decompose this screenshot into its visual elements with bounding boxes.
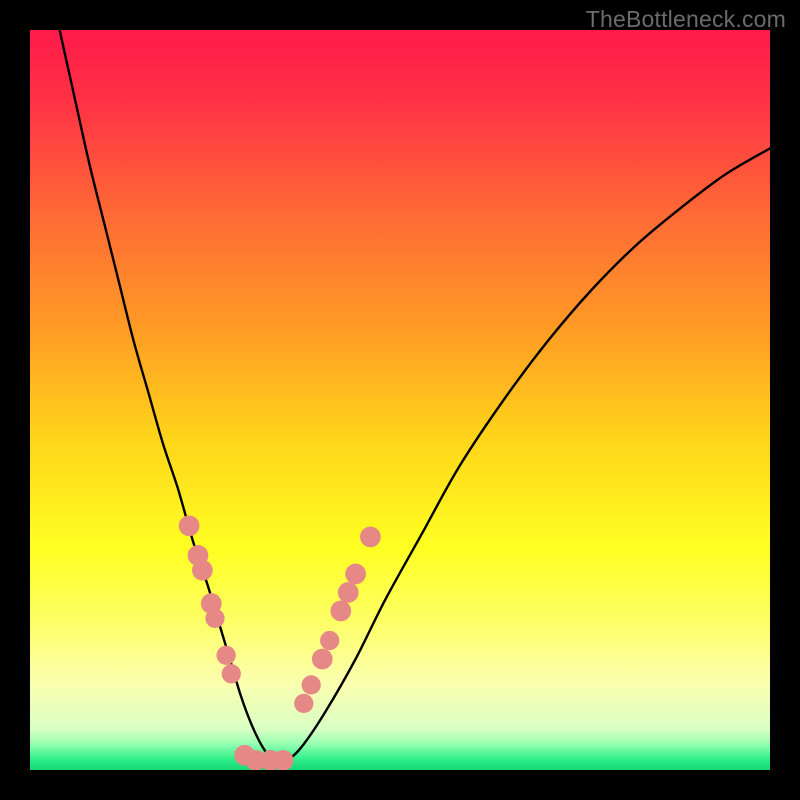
- marker-point: [320, 631, 339, 650]
- marker-point: [205, 609, 224, 628]
- marker-point: [294, 694, 313, 713]
- chart-frame: TheBottleneck.com: [0, 0, 800, 800]
- plot-svg: [30, 30, 770, 770]
- marker-point: [338, 582, 359, 603]
- marker-point: [312, 649, 333, 670]
- marker-point: [222, 664, 241, 683]
- marker-point: [179, 515, 200, 536]
- plot-area: [30, 30, 770, 770]
- marker-point: [216, 646, 235, 665]
- watermark-label: TheBottleneck.com: [586, 6, 786, 33]
- marker-point: [360, 527, 381, 548]
- marker-point: [302, 675, 321, 694]
- marker-point: [273, 750, 294, 770]
- marker-point: [330, 601, 351, 622]
- marker-point: [192, 560, 213, 581]
- gradient-background: [30, 30, 770, 770]
- marker-point: [345, 564, 366, 585]
